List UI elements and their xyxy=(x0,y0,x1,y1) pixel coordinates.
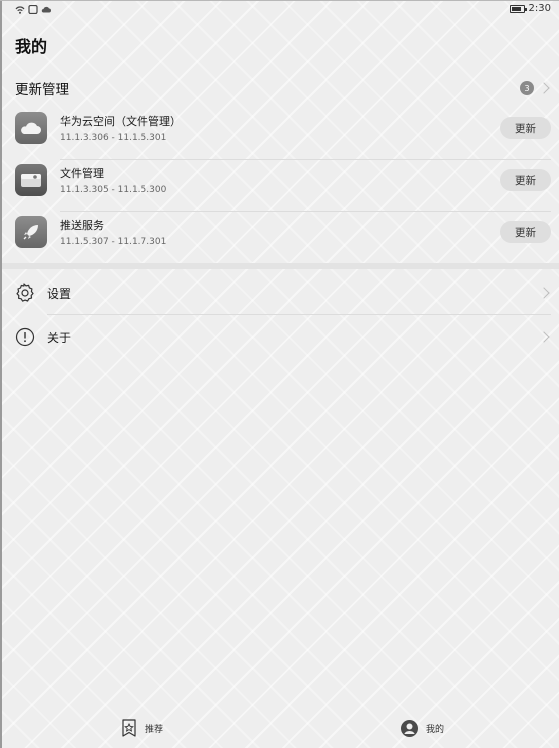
menu-label: 设置 xyxy=(47,287,72,301)
update-item-push-service: 推送服务 11.1.5.307 - 11.1.7.301 更新 xyxy=(15,212,551,260)
update-item-file-manager: 文件管理 11.1.3.305 - 11.1.5.300 更新 xyxy=(15,160,551,212)
rocket-icon xyxy=(15,216,47,248)
wifi-icon xyxy=(15,6,25,14)
app-version: 11.1.5.307 - 11.1.7.301 xyxy=(60,237,167,247)
tab-recommend[interactable]: 推荐 xyxy=(121,716,163,740)
app-name: 文件管理 xyxy=(60,167,104,180)
chevron-right-icon xyxy=(538,287,550,299)
bottom-nav: 推荐 我的 xyxy=(0,714,559,748)
status-bar: 2:30 xyxy=(0,0,559,20)
recommend-icon xyxy=(122,719,136,737)
app-version: 11.1.3.306 - 11.1.5.301 xyxy=(60,133,167,143)
status-time: 2:30 xyxy=(528,3,551,14)
update-item-cloud-space: 华为云空间（文件管理） 11.1.3.306 - 11.1.5.301 更新 xyxy=(15,108,551,160)
profile-icon xyxy=(401,719,418,737)
cloud-icon xyxy=(41,6,51,13)
update-button[interactable]: 更新 xyxy=(500,169,551,191)
app-window: 2:30 我的 更新管理 3 华为云空间（文件管理） 11.1.3.306 - … xyxy=(0,0,559,748)
cloud-icon xyxy=(15,112,47,144)
update-button[interactable]: 更新 xyxy=(500,117,551,139)
app-version: 11.1.3.305 - 11.1.5.300 xyxy=(60,185,167,195)
menu-label: 关于 xyxy=(47,331,72,345)
section-separator xyxy=(2,263,559,269)
tab-label: 推荐 xyxy=(145,724,164,735)
update-management-header[interactable]: 更新管理 3 xyxy=(15,78,551,98)
update-management-title: 更新管理 xyxy=(15,82,69,98)
chevron-right-icon xyxy=(538,82,550,94)
battery-icon xyxy=(509,4,527,13)
gear-icon xyxy=(16,283,34,302)
tab-label: 我的 xyxy=(426,724,445,735)
menu-item-about[interactable]: 关于 xyxy=(15,315,551,359)
page-title: 我的 xyxy=(15,37,48,56)
app-name: 推送服务 xyxy=(60,219,104,232)
update-button[interactable]: 更新 xyxy=(500,221,551,243)
tab-me[interactable]: 我的 xyxy=(401,716,444,740)
info-icon xyxy=(15,327,35,347)
chevron-right-icon xyxy=(538,331,550,343)
update-count-badge: 3 xyxy=(520,81,534,95)
folder-icon xyxy=(15,164,47,196)
notification-icon xyxy=(28,5,38,14)
app-name: 华为云空间（文件管理） xyxy=(60,115,181,128)
menu-item-settings[interactable]: 设置 xyxy=(15,271,551,315)
